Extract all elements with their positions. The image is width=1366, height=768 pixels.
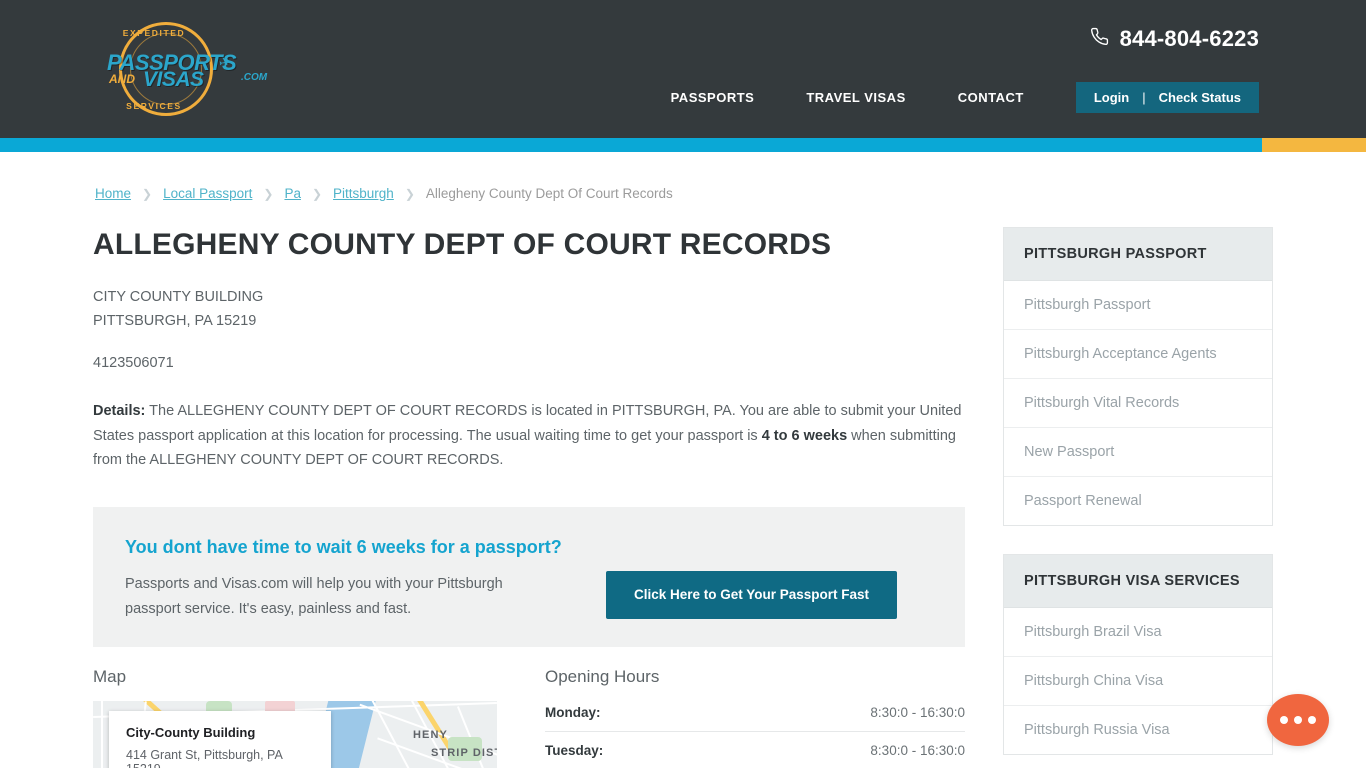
stripe-blue-segment	[0, 138, 1262, 152]
phone-icon	[1090, 27, 1109, 51]
check-status-button[interactable]: Check Status	[1159, 90, 1241, 105]
address-line-2: PITTSBURGH, PA 15219	[93, 313, 257, 329]
auth-button-group: Login | Check Status	[1075, 82, 1259, 113]
widget-pittsburgh-passport: PITTSBURGH PASSPORT Pittsburgh Passport …	[1003, 227, 1273, 526]
auth-separator: |	[1142, 90, 1146, 105]
breadcrumb-item-local-passport[interactable]: Local Passport	[163, 186, 252, 201]
chevron-right-icon: ❯	[142, 186, 153, 201]
table-row: Monday: 8:30:0 - 16:30:0	[545, 700, 965, 732]
main-content: ALLEGHENY COUNTY DEPT OF COURT RECORDS C…	[93, 227, 973, 768]
map-label-neighborhood: HENY	[413, 728, 448, 741]
airplane-icon: ✈	[217, 54, 233, 73]
widget-pittsburgh-visa-services: PITTSBURGH VISA SERVICES Pittsburgh Braz…	[1003, 554, 1273, 755]
map-place-address: 414 Grant St, Pittsburgh, PA 15219	[126, 747, 283, 768]
chat-dot	[1280, 716, 1288, 724]
details-paragraph: Details: The ALLEGHENY COUNTY DEPT OF CO…	[93, 399, 963, 473]
logo-arc-bottom-text: SERVICES	[126, 101, 182, 111]
opening-hours-table: Monday: 8:30:0 - 16:30:0 Tuesday: 8:30:0…	[545, 700, 965, 768]
stripe-gold-segment	[1262, 138, 1366, 152]
cta-panel: You dont have time to wait 6 weeks for a…	[93, 506, 965, 647]
logo-word-dotcom: .COM	[241, 72, 268, 83]
sidebar-item-pittsburgh-russia-visa[interactable]: Pittsburgh Russia Visa	[1004, 706, 1272, 754]
widget-title: PITTSBURGH PASSPORT	[1004, 228, 1272, 281]
logo-word-visas: VISAS	[143, 68, 204, 91]
location-address: CITY COUNTY BUILDING PITTSBURGH, PA 1521…	[93, 285, 973, 333]
nav-item-contact[interactable]: CONTACT	[932, 83, 1050, 113]
address-line-1: CITY COUNTY BUILDING	[93, 289, 264, 305]
breadcrumb-item-pa[interactable]: Pa	[284, 186, 301, 201]
chevron-right-icon: ❯	[311, 186, 323, 201]
nav-item-travel-visas[interactable]: TRAVEL VISAS	[780, 83, 931, 113]
cta-description: Passports and Visas.com will help you wi…	[125, 575, 503, 617]
cta-title: You dont have time to wait 6 weeks for a…	[125, 536, 562, 557]
nav-item-passports[interactable]: PASSPORTS	[671, 83, 781, 113]
location-phone: 4123506071	[93, 355, 174, 371]
sidebar-item-pittsburgh-brazil-visa[interactable]: Pittsburgh Brazil Visa	[1004, 608, 1272, 657]
sidebar-item-pittsburgh-china-visa[interactable]: Pittsburgh China Visa	[1004, 657, 1272, 706]
map-road	[101, 700, 103, 768]
sidebar-item-pittsburgh-acceptance-agents[interactable]: Pittsburgh Acceptance Agents	[1004, 330, 1272, 379]
site-logo[interactable]: EXPEDITED SERVICES PASSPORTS AND VISAS .…	[107, 18, 277, 120]
chevron-right-icon: ❯	[263, 186, 274, 201]
hours-day-monday: Monday:	[545, 700, 737, 732]
sidebar-item-pittsburgh-passport[interactable]: Pittsburgh Passport	[1004, 281, 1272, 330]
page-title: ALLEGHENY COUNTY DEPT OF COURT RECORDS	[93, 228, 832, 261]
breadcrumb-item-current: Allegheny County Dept Of Court Records	[425, 186, 673, 201]
get-passport-fast-button[interactable]: Click Here to Get Your Passport Fast	[606, 570, 897, 619]
header-accent-stripe	[0, 138, 1366, 152]
widget-title: PITTSBURGH VISA SERVICES	[1004, 555, 1272, 608]
site-header: EXPEDITED SERVICES PASSPORTS AND VISAS .…	[0, 0, 1366, 138]
sidebar-item-new-passport[interactable]: New Passport	[1004, 428, 1272, 477]
sidebar-item-pittsburgh-vital-records[interactable]: Pittsburgh Vital Records	[1004, 379, 1272, 428]
logo-word-and: AND	[109, 72, 135, 86]
hours-value-monday: 8:30:0 - 16:30:0	[736, 700, 965, 732]
details-highlight: 4 to 6 weeks	[761, 427, 848, 444]
sidebar-item-passport-renewal[interactable]: Passport Renewal	[1004, 477, 1272, 525]
map-heading: Map	[93, 666, 127, 686]
login-button[interactable]: Login	[1094, 90, 1129, 105]
table-row: Tuesday: 8:30:0 - 16:30:0	[545, 731, 965, 768]
logo-arc-top-text: EXPEDITED	[122, 28, 186, 38]
main-navigation: PASSPORTS TRAVEL VISAS CONTACT Login | C…	[671, 82, 1259, 113]
map-place-title: City-County Building	[126, 724, 256, 740]
header-phone[interactable]: 844-804-6223	[1090, 26, 1259, 52]
map-section: Map HENY STRIP DIS City-County Building …	[93, 667, 497, 768]
chat-ellipsis-icon[interactable]	[1267, 694, 1329, 746]
chat-dot	[1308, 716, 1316, 724]
chat-dot	[1294, 716, 1302, 724]
hours-day-tuesday: Tuesday:	[545, 731, 737, 768]
map-label-strip-district: STRIP DISTRICT	[431, 746, 497, 759]
phone-number: 844-804-6223	[1119, 26, 1259, 51]
chevron-right-icon: ❯	[404, 186, 415, 201]
breadcrumb-item-home[interactable]: Home	[95, 186, 131, 201]
map-canvas[interactable]: HENY STRIP DISTRICT ▦ Senator John Heinz…	[93, 700, 497, 768]
map-place-card[interactable]: City-County Building 414 Grant St, Pitts…	[109, 710, 331, 768]
sidebar: PITTSBURGH PASSPORT Pittsburgh Passport …	[1003, 227, 1273, 768]
breadcrumb-item-pittsburgh[interactable]: Pittsburgh	[333, 186, 394, 201]
opening-hours-heading: Opening Hours	[545, 666, 660, 686]
breadcrumb: Home ❯ Local Passport ❯ Pa ❯ Pittsburgh …	[93, 186, 1273, 201]
hours-value-tuesday: 8:30:0 - 16:30:0	[736, 731, 965, 768]
opening-hours-section: Opening Hours Monday: 8:30:0 - 16:30:0 T…	[545, 667, 965, 768]
details-label: Details:	[93, 403, 146, 419]
